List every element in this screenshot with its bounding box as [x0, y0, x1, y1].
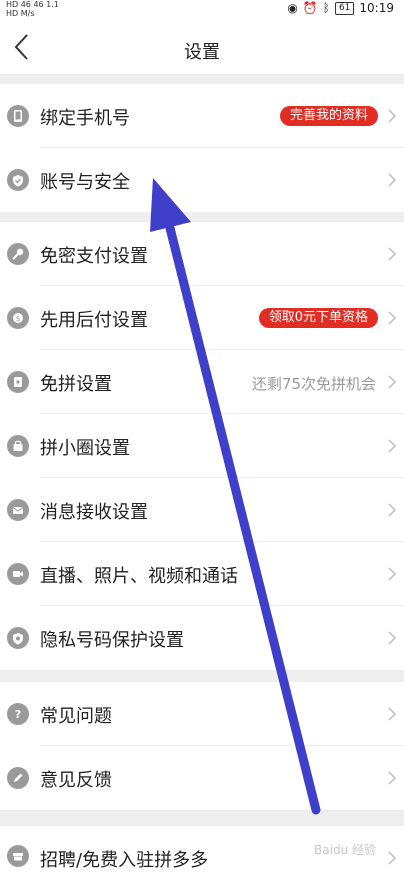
- pen-icon: [7, 767, 29, 789]
- top-nav: 设置: [0, 20, 404, 74]
- chevron-right-icon: [388, 502, 397, 521]
- badge-icon: $: [7, 307, 29, 329]
- privacy-shield-icon: [7, 627, 29, 649]
- complete-profile-badge[interactable]: 完善我的资料: [279, 106, 378, 126]
- setting-password-free-pay[interactable]: 免密支付设置: [0, 222, 404, 286]
- setting-free-group[interactable]: 免拼设置 还剩75次免拼机会: [0, 350, 404, 414]
- chevron-right-icon: [388, 630, 397, 649]
- setting-circle[interactable]: 拼小圈设置: [0, 414, 404, 478]
- chevron-right-icon: [388, 566, 397, 585]
- bluetooth-icon: ᛒ: [322, 1, 330, 15]
- alarm-icon: ⏰: [302, 1, 318, 15]
- setting-label: 先用后付设置: [40, 310, 148, 331]
- mail-icon: [7, 499, 29, 521]
- network-speed: HD M/s: [6, 9, 35, 18]
- setting-pay-later[interactable]: $ 先用后付设置 领取0元下单资格: [0, 286, 404, 350]
- setting-label: 直播、照片、视频和通话: [40, 566, 238, 587]
- free-order-badge[interactable]: 领取0元下单资格: [258, 308, 378, 328]
- clock: 10:19: [359, 1, 394, 15]
- chevron-right-icon: [388, 108, 397, 127]
- setting-messages[interactable]: 消息接收设置: [0, 478, 404, 542]
- setting-label: 隐私号码保护设置: [40, 630, 184, 651]
- chevron-right-icon: [388, 374, 397, 393]
- section-gap: [0, 212, 404, 222]
- eye-icon: ◉: [287, 1, 298, 15]
- svg-text:?: ?: [15, 708, 21, 721]
- free-group-remaining: 还剩75次免拼机会: [251, 375, 376, 393]
- setting-label: 招聘/免费入驻拼多多: [40, 850, 209, 871]
- setting-label: 消息接收设置: [40, 502, 148, 523]
- chevron-right-icon: [388, 850, 397, 869]
- signal-indicators: HD 46 46 1.1 HD M/s: [6, 0, 59, 18]
- chevron-right-icon: [388, 172, 397, 191]
- chevron-right-icon: [388, 246, 397, 265]
- card-icon: [7, 371, 29, 393]
- section-gap: [0, 670, 404, 682]
- setting-label: 账号与安全: [40, 172, 130, 193]
- section-gap: [0, 74, 404, 84]
- setting-label: 免密支付设置: [40, 246, 148, 267]
- chevron-right-icon: [388, 310, 397, 329]
- phone-icon: [7, 105, 29, 127]
- setting-faq[interactable]: ? 常见问题: [0, 682, 404, 746]
- setting-privacy-number[interactable]: 隐私号码保护设置: [0, 606, 404, 670]
- shop-icon: [7, 845, 29, 867]
- battery-icon: 61: [334, 1, 355, 15]
- question-icon: ?: [7, 703, 29, 725]
- chevron-right-icon: [388, 438, 397, 457]
- watermark: Baidu 经验: [314, 843, 376, 857]
- signal-text: HD 46 46 1.1: [6, 0, 59, 9]
- setting-feedback[interactable]: 意见反馈: [0, 746, 404, 810]
- status-bar: HD 46 46 1.1 HD M/s ◉ ⏰ ᛒ 61 10:19: [0, 0, 404, 20]
- setting-label: 绑定手机号: [40, 108, 130, 129]
- setting-label: 免拼设置: [40, 374, 112, 395]
- key-icon: [7, 243, 29, 265]
- status-right: ◉ ⏰ ᛒ 61 10:19: [287, 1, 394, 15]
- video-icon: [7, 563, 29, 585]
- bag-icon: [7, 435, 29, 457]
- setting-recruit[interactable]: 招聘/免费入驻拼多多: [0, 826, 404, 890]
- setting-label: 拼小圈设置: [40, 438, 130, 459]
- chevron-right-icon: [388, 706, 397, 725]
- setting-label: 意见反馈: [40, 770, 112, 791]
- setting-account-security[interactable]: 账号与安全: [0, 148, 404, 212]
- page-title: 设置: [184, 42, 220, 63]
- svg-text:$: $: [16, 315, 20, 323]
- setting-label: 常见问题: [40, 706, 112, 727]
- setting-live-media[interactable]: 直播、照片、视频和通话: [0, 542, 404, 606]
- chevron-right-icon: [388, 770, 397, 789]
- shield-icon: [7, 169, 29, 191]
- setting-bind-phone[interactable]: 绑定手机号 完善我的资料: [0, 84, 404, 148]
- section-gap: [0, 810, 404, 826]
